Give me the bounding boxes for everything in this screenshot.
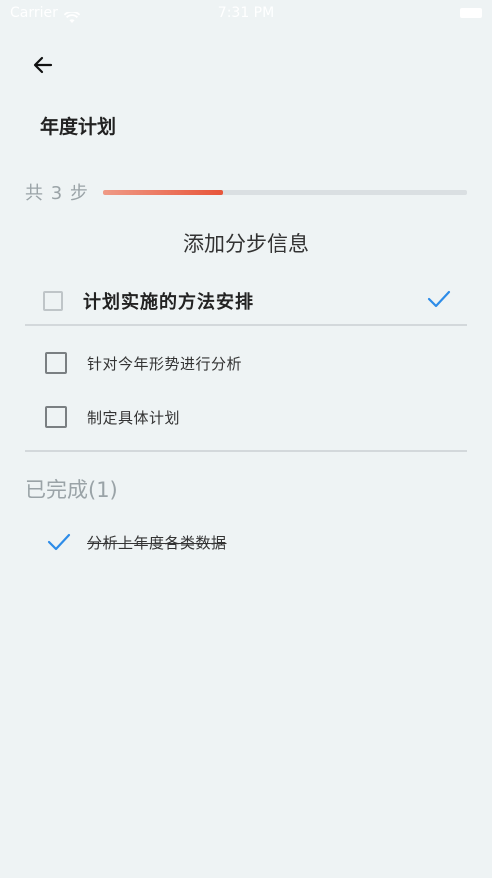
status-bar: Carrier 7:31 PM (0, 0, 492, 26)
todo-checkbox[interactable] (45, 352, 67, 374)
completed-heading: 已完成(1) (25, 478, 118, 502)
carrier-label: Carrier (10, 5, 58, 21)
confirm-button[interactable] (425, 287, 453, 315)
page-title: 年度计划 (40, 116, 117, 138)
progress-bar (102, 189, 467, 195)
todo-item[interactable]: 针对今年形势进行分析 (25, 336, 467, 390)
new-step-checkbox[interactable] (43, 291, 63, 311)
completed-label: 分析上年度各类数据 (87, 533, 227, 552)
completed-list: 分析上年度各类数据 (25, 516, 467, 568)
new-step-row (25, 278, 467, 326)
step-count-label: 共 3 步 (25, 183, 89, 204)
progress-fill (102, 189, 224, 195)
status-time: 7:31 PM (217, 5, 275, 21)
todo-list: 针对今年形势进行分析 制定具体计划 (25, 336, 467, 444)
completed-item[interactable]: 分析上年度各类数据 (25, 516, 467, 568)
status-left: Carrier (10, 0, 81, 26)
arrow-left-icon (31, 53, 55, 81)
check-icon (427, 289, 451, 313)
back-button[interactable] (28, 52, 58, 82)
step-input-wrapper (63, 290, 403, 312)
section-heading: 添加分步信息 (183, 232, 309, 256)
battery-icon (460, 8, 482, 18)
step-input[interactable] (83, 290, 403, 312)
todo-label: 针对今年形势进行分析 (87, 354, 243, 373)
section-divider (25, 450, 467, 452)
progress-row: 共 3 步 (25, 180, 467, 204)
wifi-icon (63, 7, 81, 23)
todo-label: 制定具体计划 (87, 408, 181, 427)
todo-checkbox[interactable] (45, 406, 67, 428)
check-icon[interactable] (47, 530, 71, 554)
todo-item[interactable]: 制定具体计划 (25, 390, 467, 444)
